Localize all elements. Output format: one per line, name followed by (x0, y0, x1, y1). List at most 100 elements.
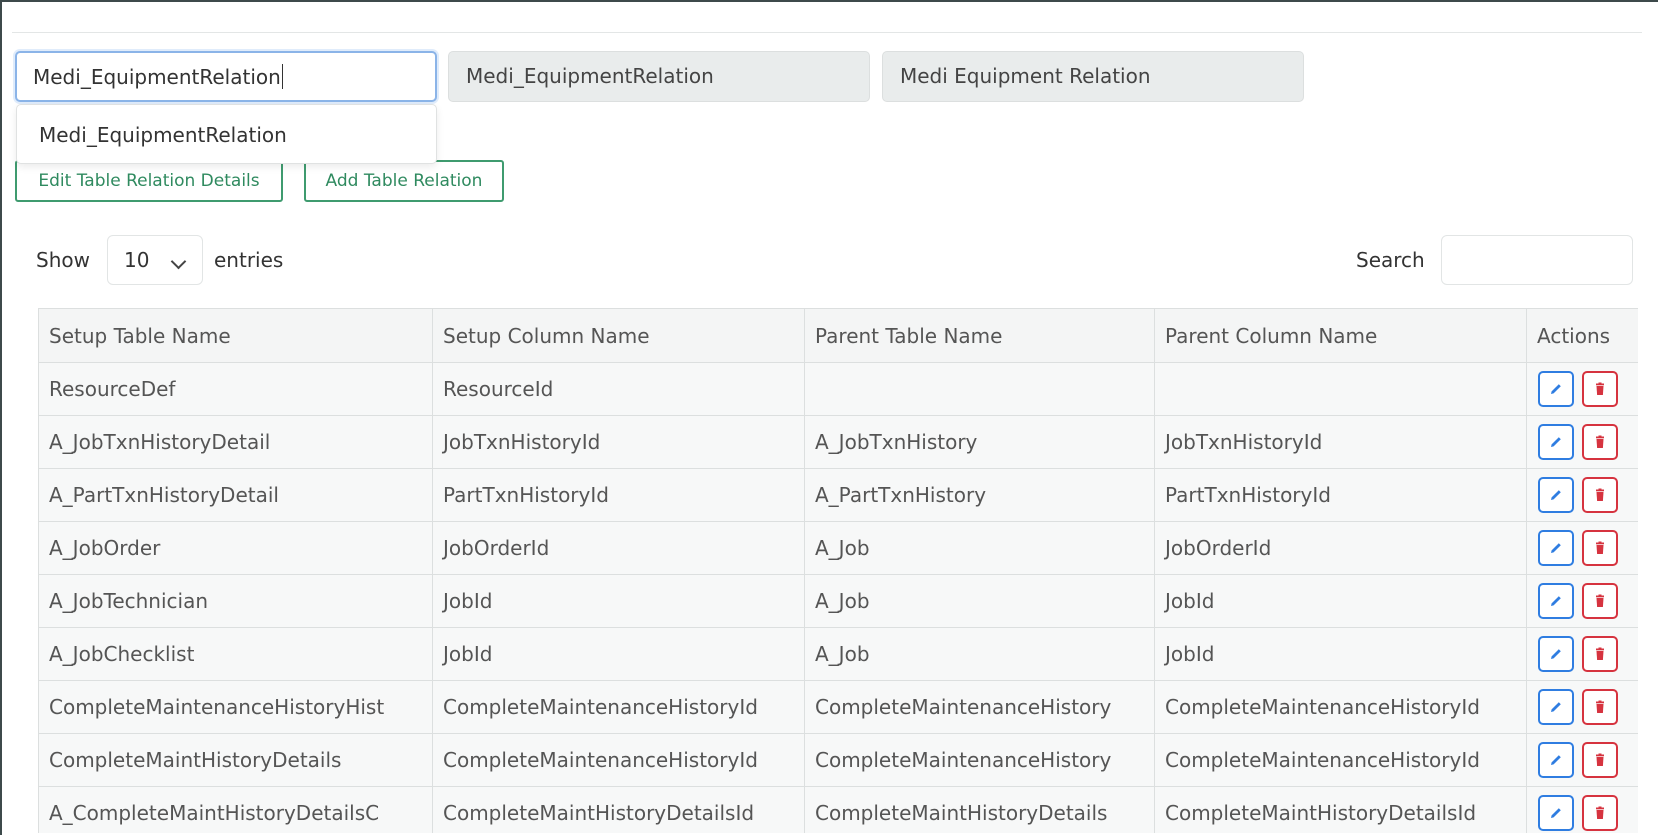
text-caret (281, 64, 283, 89)
table-cell: JobTxnHistoryId (1154, 415, 1527, 469)
suggestion-label: Medi_EquipmentRelation (39, 123, 287, 147)
edit-row-button[interactable] (1538, 689, 1574, 725)
table-cell: CompleteMaintHistoryDetails (38, 733, 433, 787)
table-cell: A_JobOrder (38, 521, 433, 575)
column-header-setup-column-name[interactable]: Setup Column Name (432, 308, 805, 363)
table-cell: JobId (1154, 627, 1527, 681)
row-actions (1526, 733, 1638, 787)
delete-row-button[interactable] (1582, 742, 1618, 778)
table-cell: A_Job (804, 521, 1155, 575)
entries-label: entries (214, 248, 284, 272)
edit-row-button[interactable] (1538, 742, 1574, 778)
table-cell: JobId (432, 627, 805, 681)
table-cell: A_JobTechnician (38, 574, 433, 628)
delete-row-button[interactable] (1582, 583, 1618, 619)
delete-row-button[interactable] (1582, 795, 1618, 831)
table-cell: A_JobChecklist (38, 627, 433, 681)
table-cell: CompleteMaintenanceHistory (804, 733, 1155, 787)
table-cell: CompleteMaintHistoryDetails (804, 786, 1155, 833)
table-cell: ResourceDef (38, 362, 433, 416)
table-cell (1154, 362, 1527, 416)
table-row: A_JobOrder JobOrderId A_Job JobOrderId (38, 521, 1638, 575)
table-name-input[interactable]: Medi_EquipmentRelation (15, 51, 437, 102)
column-header-actions[interactable]: Actions (1526, 308, 1638, 363)
relations-table-wrapper: Setup Table Name Setup Column Name Parent … (38, 308, 1638, 833)
delete-row-button[interactable] (1582, 530, 1618, 566)
table-cell: PartTxnHistoryId (1154, 468, 1527, 522)
divider (12, 32, 1642, 33)
table-cell: CompleteMaintHistoryDetailsId (1154, 786, 1527, 833)
add-table-relation-button[interactable]: Add Table Relation (304, 160, 504, 202)
chevron-down-icon (170, 253, 187, 270)
column-header-setup-table-name[interactable]: Setup Table Name (38, 308, 433, 363)
page-frame: Medi_EquipmentRelation Medi_EquipmentRel… (0, 0, 1658, 835)
display-name-value: Medi Equipment Relation (900, 64, 1151, 88)
search-label: Search (1356, 248, 1425, 272)
table-cell: A_CompleteMaintHistoryDetailsC (38, 786, 433, 833)
table-name-input-value: Medi_EquipmentRelation (33, 65, 281, 89)
edit-row-button[interactable] (1538, 583, 1574, 619)
table-cell: JobId (432, 574, 805, 628)
edit-table-relation-details-button[interactable]: Edit Table Relation Details (15, 160, 283, 202)
table-cell: JobOrderId (432, 521, 805, 575)
table-row: ResourceDef ResourceId (38, 362, 1638, 416)
table-cell: ResourceId (432, 362, 805, 416)
show-label: Show (36, 248, 90, 272)
table-cell: CompleteMaintenanceHistoryId (432, 680, 805, 734)
table-cell: CompleteMaintenanceHistoryId (1154, 733, 1527, 787)
table-cell: CompleteMaintenanceHistory (804, 680, 1155, 734)
table-cell: CompleteMaintenanceHistoryId (432, 733, 805, 787)
entries-per-page-select[interactable]: 10 (107, 235, 203, 285)
edit-row-button[interactable] (1538, 636, 1574, 672)
row-actions (1526, 521, 1638, 575)
display-name-field[interactable]: Medi Equipment Relation (882, 51, 1304, 102)
row-actions (1526, 574, 1638, 628)
table-cell: CompleteMaintenanceHistoryHist (38, 680, 433, 734)
column-header-parent-column-name[interactable]: Parent Column Name (1154, 308, 1527, 363)
table-row: CompleteMaintHistoryDetails CompleteMaint… (38, 733, 1638, 787)
row-actions (1526, 362, 1638, 416)
table-header-row: Setup Table Name Setup Column Name Parent … (38, 308, 1638, 363)
table-row: A_CompleteMaintHistoryDetailsC CompleteMa… (38, 786, 1638, 833)
table-cell: CompleteMaintenanceHistoryId (1154, 680, 1527, 734)
table-cell: JobId (1154, 574, 1527, 628)
table-name-readonly-value: Medi_EquipmentRelation (466, 64, 714, 88)
delete-row-button[interactable] (1582, 424, 1618, 460)
edit-row-button[interactable] (1538, 371, 1574, 407)
edit-row-button[interactable] (1538, 795, 1574, 831)
table-cell: A_Job (804, 574, 1155, 628)
autocomplete-suggestion[interactable]: Medi_EquipmentRelation (16, 104, 437, 164)
delete-row-button[interactable] (1582, 636, 1618, 672)
table-cell: A_Job (804, 627, 1155, 681)
row-actions (1526, 468, 1638, 522)
table-cell: JobOrderId (1154, 521, 1527, 575)
table-row: A_JobTechnician JobId A_Job JobId (38, 574, 1638, 628)
delete-row-button[interactable] (1582, 371, 1618, 407)
table-body: ResourceDef ResourceId A_JobTxnHistoryDeta… (38, 362, 1638, 833)
edit-row-button[interactable] (1538, 530, 1574, 566)
table-cell: PartTxnHistoryId (432, 468, 805, 522)
entries-per-page-value: 10 (124, 248, 150, 272)
relations-table: Setup Table Name Setup Column Name Parent … (38, 308, 1638, 833)
edit-row-button[interactable] (1538, 477, 1574, 513)
table-cell: A_JobTxnHistory (804, 415, 1155, 469)
table-cell: JobTxnHistoryId (432, 415, 805, 469)
table-row: A_JobTxnHistoryDetail JobTxnHistoryId A_Jo… (38, 415, 1638, 469)
table-cell: A_PartTxnHistory (804, 468, 1155, 522)
table-name-readonly-field[interactable]: Medi_EquipmentRelation (448, 51, 870, 102)
table-cell: A_PartTxnHistoryDetail (38, 468, 433, 522)
row-actions (1526, 680, 1638, 734)
edit-row-button[interactable] (1538, 424, 1574, 460)
row-actions (1526, 786, 1638, 833)
search-input[interactable] (1441, 235, 1633, 285)
row-actions (1526, 627, 1638, 681)
table-row: A_JobChecklist JobId A_Job JobId (38, 627, 1638, 681)
delete-row-button[interactable] (1582, 477, 1618, 513)
table-row: CompleteMaintenanceHistoryHist CompleteMa… (38, 680, 1638, 734)
table-row: A_PartTxnHistoryDetail PartTxnHistoryId A_… (38, 468, 1638, 522)
delete-row-button[interactable] (1582, 689, 1618, 725)
row-actions (1526, 415, 1638, 469)
table-cell: CompleteMaintHistoryDetailsId (432, 786, 805, 833)
table-cell: A_JobTxnHistoryDetail (38, 415, 433, 469)
column-header-parent-table-name[interactable]: Parent Table Name (804, 308, 1155, 363)
